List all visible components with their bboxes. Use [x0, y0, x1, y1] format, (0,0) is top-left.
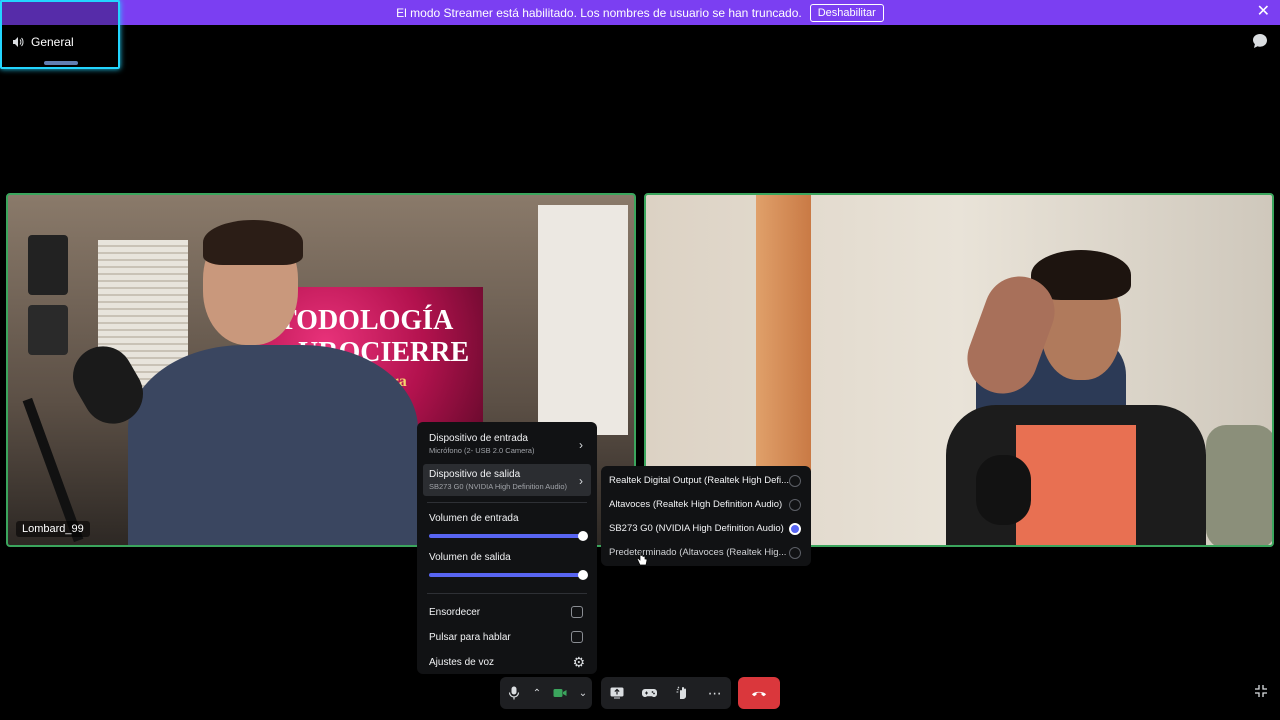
input-volume-thumb[interactable]	[578, 531, 588, 541]
output-volume-thumb[interactable]	[578, 570, 588, 580]
option-label: Altavoces (Realtek High Definition Audio…	[609, 499, 783, 510]
deafen-checkbox[interactable]	[571, 606, 583, 618]
push-to-talk-label: Pulsar para hablar	[429, 632, 511, 643]
soundboard-icon[interactable]	[671, 682, 693, 704]
output-device-option[interactable]: Altavoces (Realtek High Definition Audio…	[607, 493, 805, 517]
push-to-talk-checkbox[interactable]	[571, 631, 583, 643]
door	[538, 205, 628, 435]
push-to-talk-row[interactable]: Pulsar para hablar	[423, 625, 591, 650]
output-device-value: SB273 G0 (NVIDIA High Definition Audio)	[429, 482, 567, 491]
voice-settings-row[interactable]: Ajustes de voz ⚙	[423, 650, 591, 675]
close-icon[interactable]: ✕	[1257, 4, 1270, 20]
input-device-item[interactable]: Dispositivo de entrada Micrófono (2- USB…	[423, 428, 591, 460]
radio-button[interactable]	[789, 475, 801, 487]
camera-icon[interactable]	[549, 682, 571, 704]
input-device-title: Dispositivo de entrada	[429, 433, 528, 444]
more-icon[interactable]: ⋯	[704, 682, 726, 704]
speaker-box-2	[28, 305, 68, 355]
activity-icon[interactable]	[639, 682, 661, 704]
output-device-item[interactable]: Dispositivo de salida SB273 G0 (NVIDIA H…	[423, 464, 591, 496]
output-volume-slider[interactable]	[429, 570, 588, 580]
input-volume-slider[interactable]	[429, 531, 588, 541]
input-volume-label: Volumen de entrada	[429, 513, 519, 524]
chevron-down-icon[interactable]: ⌄	[577, 682, 589, 704]
chevron-up-icon[interactable]: ⌃	[531, 682, 543, 704]
option-label: Realtek Digital Output (Realtek High Def…	[609, 475, 790, 486]
camo-pillow	[1206, 425, 1272, 545]
call-controls: ⌃ ⌄ ⋯	[0, 677, 1280, 709]
participant-name: Lombard_99	[16, 521, 90, 537]
channel-preview[interactable]: General	[0, 0, 120, 69]
channel-header: General	[12, 35, 74, 49]
deafen-row[interactable]: Ensordecer	[423, 600, 591, 625]
output-device-title: Dispositivo de salida	[429, 469, 521, 480]
person-tshirt	[1016, 425, 1136, 545]
chevron-right-icon: ›	[579, 438, 583, 452]
radio-button[interactable]	[789, 547, 801, 559]
streamer-mode-banner: El modo Streamer está habilitado. Los no…	[0, 0, 1280, 25]
deafen-label: Ensordecer	[429, 607, 481, 618]
av-controls: ⌃ ⌄	[500, 677, 592, 709]
radio-button[interactable]	[789, 523, 801, 535]
hand-cursor-icon	[636, 551, 648, 566]
radio-button[interactable]	[789, 499, 801, 511]
poster-line-1: TODOLOGÍA	[278, 305, 454, 336]
output-volume-block: Volumen de salida	[423, 548, 591, 581]
screen-share-icon[interactable]	[606, 682, 628, 704]
hang-up-icon	[752, 691, 766, 697]
chevron-right-icon: ›	[579, 474, 583, 488]
voice-settings-menu: Dispositivo de entrada Micrófono (2- USB…	[417, 422, 597, 674]
speaker-icon	[13, 37, 24, 47]
divider	[427, 593, 587, 594]
hang-up-button[interactable]	[738, 677, 780, 709]
microphone-icon[interactable]	[503, 682, 525, 704]
option-label: SB273 G0 (NVIDIA High Definition Audio)	[609, 523, 784, 534]
output-device-option[interactable]: SB273 G0 (NVIDIA High Definition Audio)	[607, 517, 805, 541]
channel-name: General	[31, 35, 74, 49]
chip-indicator	[44, 61, 78, 65]
gear-icon: ⚙	[572, 654, 585, 670]
person-hair	[203, 220, 303, 265]
chat-icon[interactable]	[1252, 33, 1268, 49]
activity-controls: ⋯	[601, 677, 731, 709]
input-volume-block: Volumen de entrada	[423, 509, 591, 542]
disable-streamer-mode-button[interactable]: Deshabilitar	[809, 3, 884, 22]
speaker-box	[28, 235, 68, 295]
output-device-option[interactable]: Realtek Digital Output (Realtek High Def…	[607, 469, 805, 493]
output-volume-label: Volumen de salida	[429, 552, 511, 563]
microphone-2	[976, 455, 1031, 525]
banner-message: El modo Streamer está habilitado. Los no…	[396, 5, 802, 20]
input-device-value: Micrófono (2- USB 2.0 Camera)	[429, 446, 535, 455]
person-shirt	[128, 345, 418, 545]
exit-fullscreen-icon[interactable]	[1254, 684, 1268, 698]
divider	[427, 502, 587, 503]
voice-settings-label: Ajustes de voz	[429, 657, 495, 668]
output-device-submenu: Realtek Digital Output (Realtek High Def…	[601, 466, 811, 566]
